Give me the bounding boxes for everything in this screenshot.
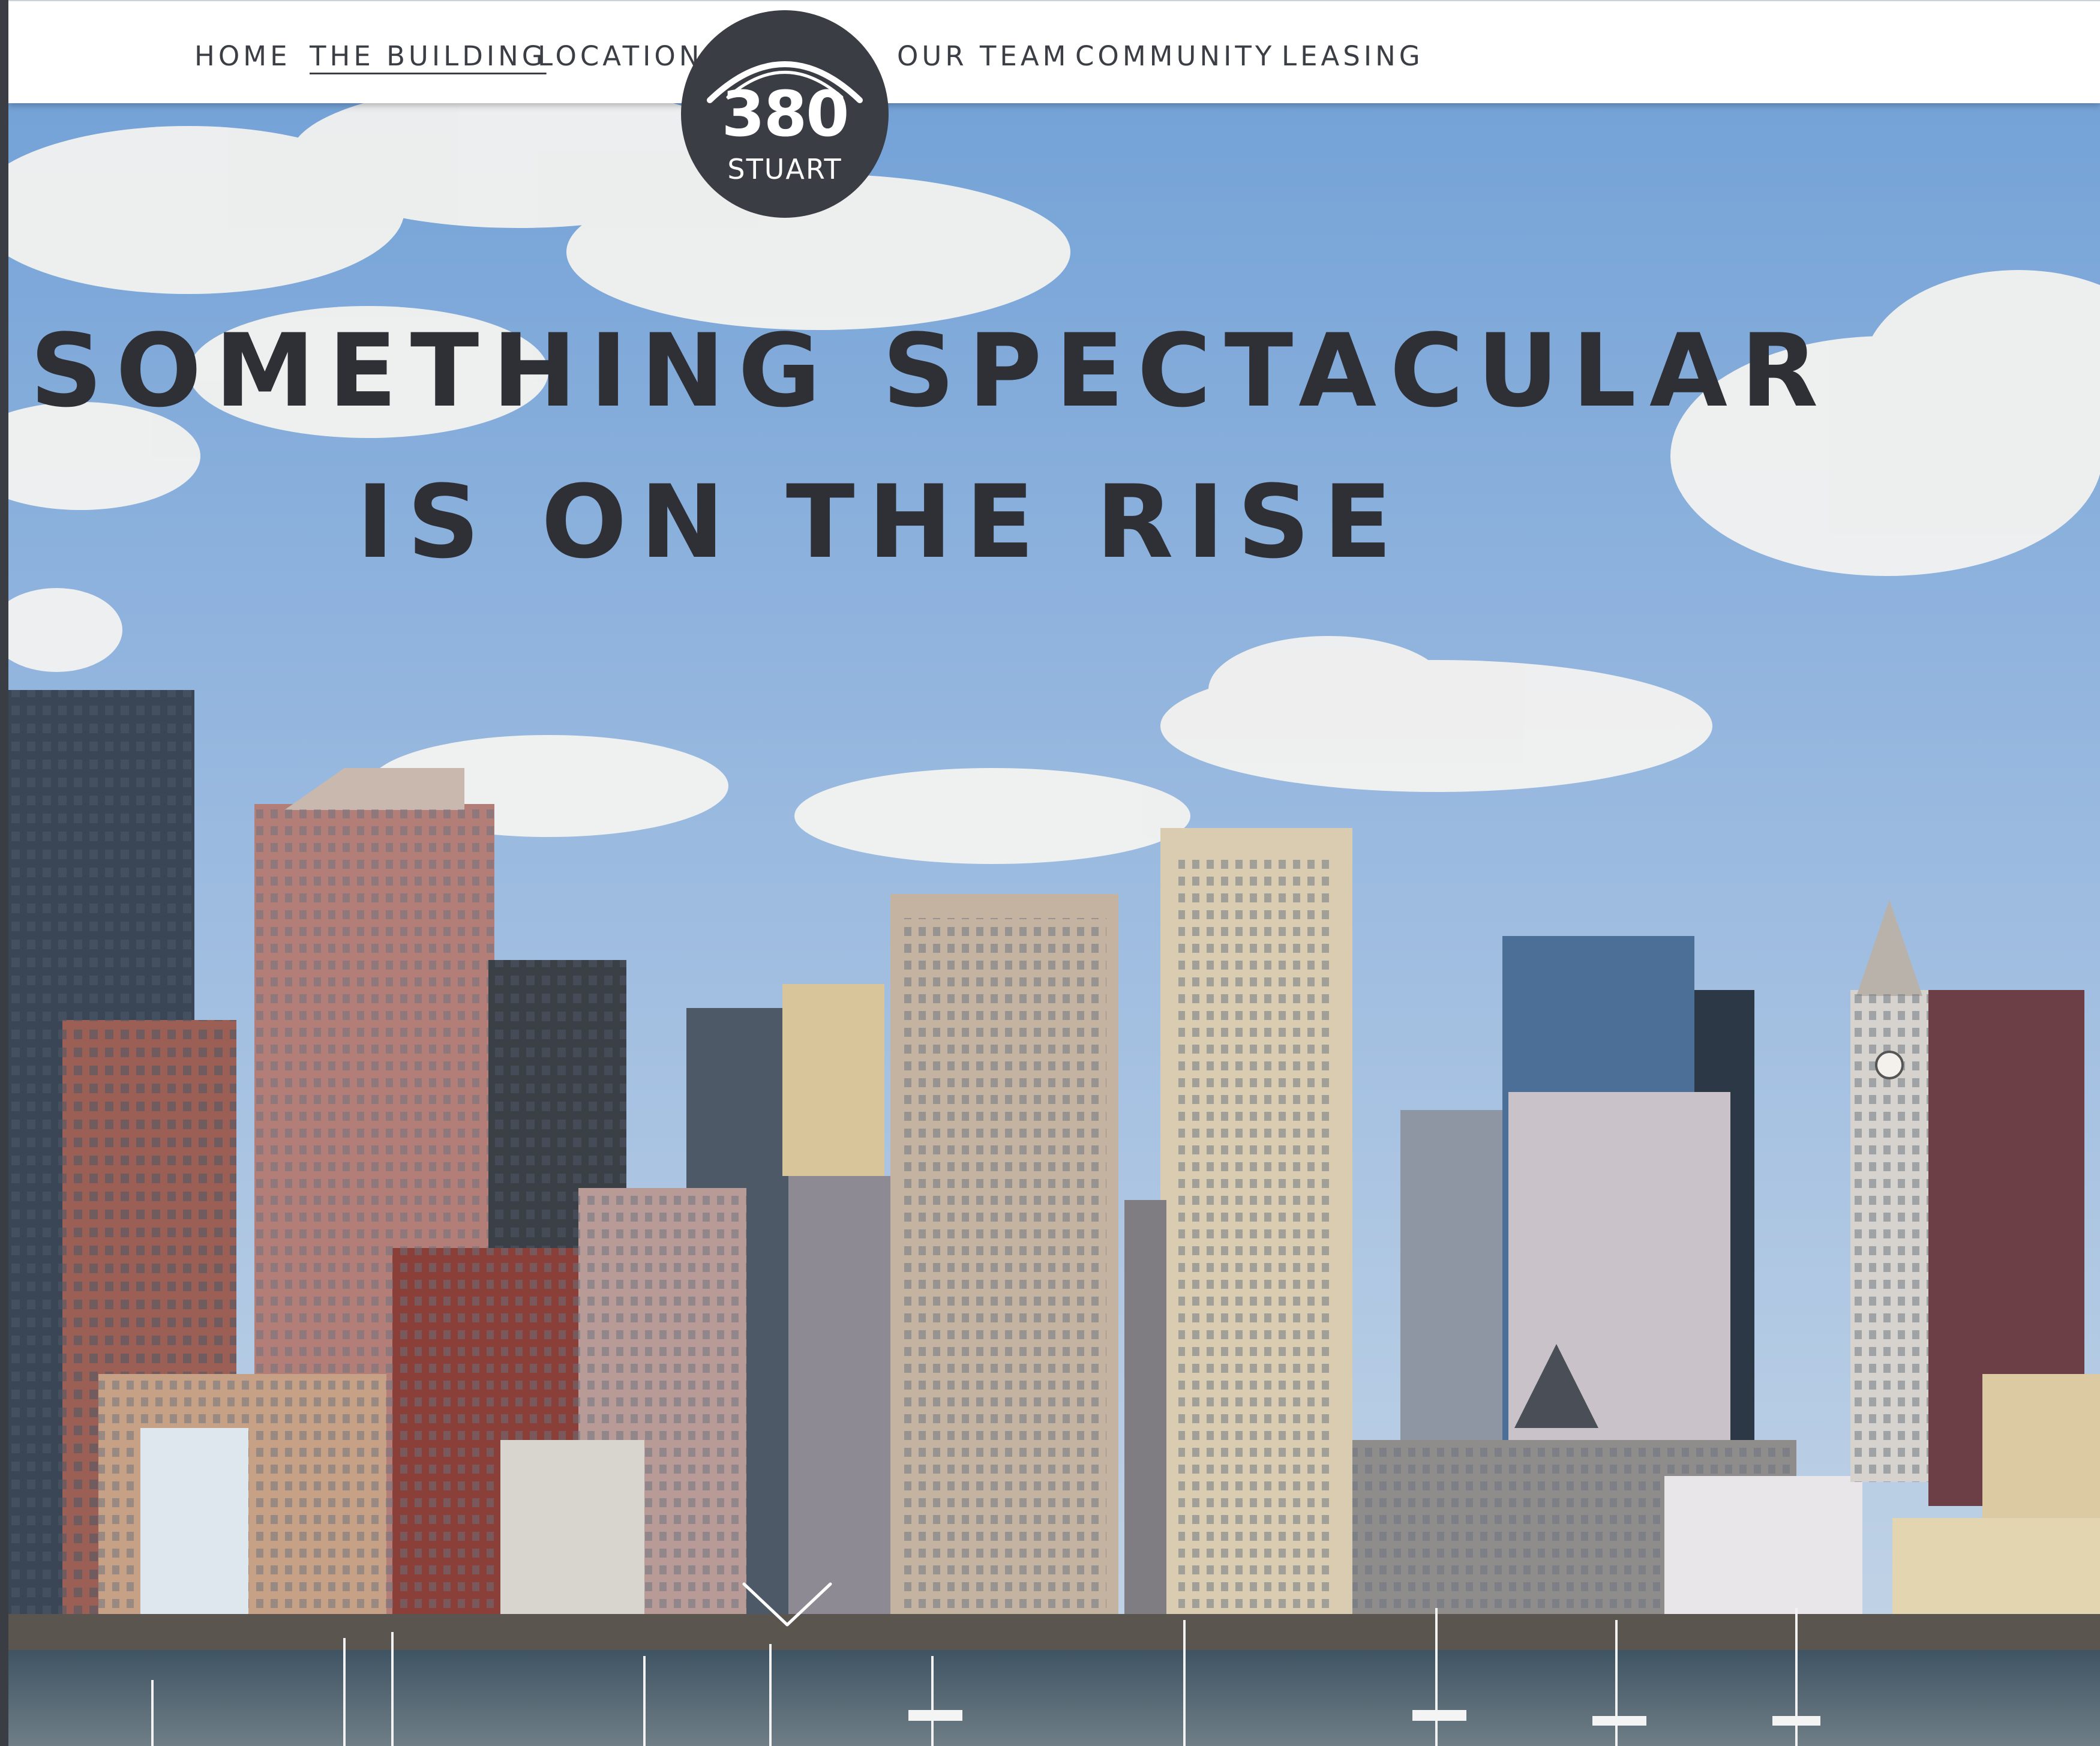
hero-headline-line-1: SOMETHING SPECTACULAR <box>30 312 1832 430</box>
nav-community[interactable]: COMMUNITY <box>1075 38 1275 74</box>
hero-skyline-image <box>8 0 2100 1746</box>
page-frame: HOME THE BUILDING LOCATION OUR TEAM COMM… <box>8 0 2100 1746</box>
logo-number: 380 <box>721 77 849 151</box>
hero-headline-line-2: IS ON THE RISE <box>356 463 1405 581</box>
chevron-down-icon[interactable] <box>739 1578 835 1632</box>
logo-name: STUART <box>727 153 842 185</box>
nav-the-building[interactable]: THE BUILDING <box>310 38 547 74</box>
nav-our-team[interactable]: OUR TEAM <box>897 38 1069 74</box>
brand-logo[interactable]: 380 STUART <box>681 10 889 218</box>
nav-location[interactable]: LOCATION <box>538 38 703 74</box>
nav-leasing[interactable]: LEASING <box>1282 38 1424 74</box>
top-navigation-bar: HOME THE BUILDING LOCATION OUR TEAM COMM… <box>8 0 2100 103</box>
nav-home[interactable]: HOME <box>194 38 291 74</box>
